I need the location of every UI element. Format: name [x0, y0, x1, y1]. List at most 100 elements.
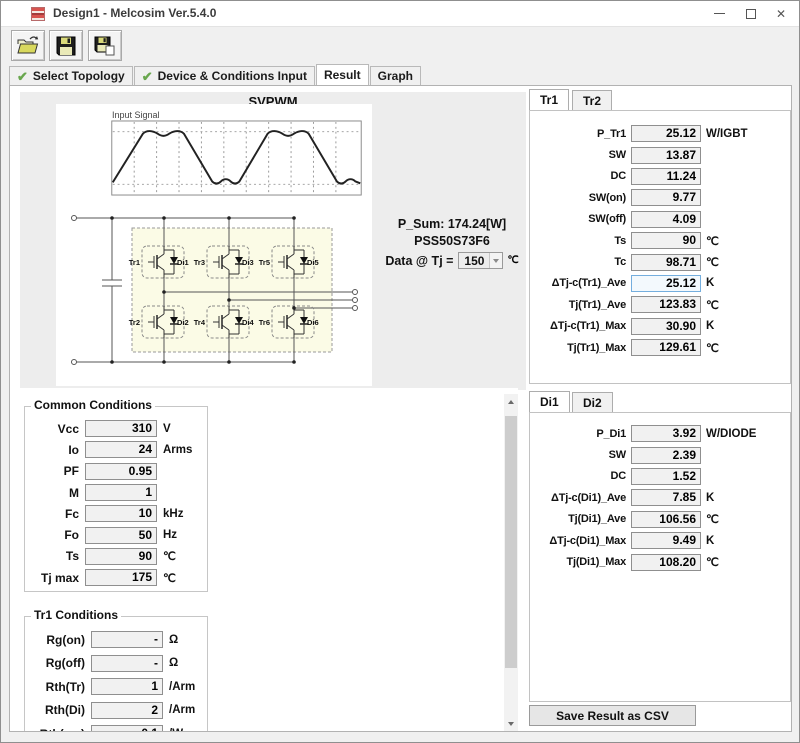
- result-row: SW 13.87: [530, 144, 790, 165]
- minimize-button[interactable]: [703, 1, 735, 26]
- value-field: 90: [631, 232, 701, 250]
- topology-picture: Input Signal Tr1 Tr3 Tr5 Tr2 Tr4 Tr6 Di1…: [56, 104, 372, 386]
- window-title: Design1 - Melcosim Ver.5.4.0: [53, 6, 217, 20]
- condition-row: Ts 90 ℃: [65, 547, 176, 565]
- tab-di2[interactable]: Di2: [572, 392, 613, 412]
- common-conditions-group: Common Conditions Vcc 310 V Io 24 Arms PF 0.9…: [24, 398, 208, 592]
- value-field: 108.20: [631, 553, 701, 571]
- open-file-button[interactable]: [11, 30, 45, 61]
- value-field: 1: [91, 678, 163, 696]
- value-field: 11.24: [631, 167, 701, 185]
- value-field: 24: [85, 441, 157, 459]
- tab-graph[interactable]: Graph: [369, 66, 421, 85]
- value-field: 175: [85, 569, 157, 587]
- value-field: -: [91, 654, 163, 672]
- value-field: 9.49: [631, 532, 701, 550]
- result-row: SW(on) 9.77: [530, 187, 790, 208]
- condition-row: Io 24 Arms: [68, 441, 193, 459]
- save-button[interactable]: [49, 30, 83, 61]
- condition-row: Rth(Tr) 1/Arm: [45, 678, 196, 696]
- tab-device-conditions-input[interactable]: ✔ Device & Conditions Input: [133, 66, 315, 85]
- diode-label: Di3: [242, 258, 254, 267]
- tab-label: Select Topology: [32, 69, 125, 83]
- result-row: Tj(Tr1)_Max 129.61 ℃: [567, 339, 719, 357]
- tab-di1[interactable]: Di1: [529, 391, 570, 412]
- condition-row: Rth(c-s)0.1/W: [25, 722, 207, 731]
- scrollbar-thumb[interactable]: [505, 416, 517, 668]
- value-field: 2: [91, 701, 163, 719]
- diode-label: Di1: [177, 258, 189, 267]
- tr1-conditions-group: Tr1 Conditions Rg(on) - Ω Rg(off) - Ω Rth(Tr…: [24, 608, 208, 731]
- value-field-highlighted: 25.12: [631, 274, 701, 292]
- value-field: 2.39: [631, 446, 701, 464]
- tab-result[interactable]: Result: [315, 64, 369, 85]
- value-field: 0.1: [91, 725, 163, 731]
- igbt-label: Tr5: [259, 258, 270, 267]
- tab-tr1[interactable]: Tr1: [529, 89, 570, 110]
- value-field: 106.56: [631, 510, 701, 528]
- result-row: Ts 90 ℃: [614, 232, 719, 250]
- value-field: 10: [85, 505, 157, 523]
- conditions-scrollbar[interactable]: [504, 394, 518, 731]
- value-field: 1.52: [631, 467, 701, 485]
- tj-select[interactable]: 150: [458, 252, 504, 269]
- igbt-label: Tr3: [194, 258, 205, 267]
- result-row: DC 1.52: [530, 466, 790, 487]
- diode-label: Di6: [307, 318, 319, 327]
- result-row: SW(off) 4.09: [530, 209, 790, 230]
- result-row: SW 2.39: [530, 444, 790, 465]
- scroll-down-icon: [508, 721, 514, 726]
- value-field: 3.92: [631, 425, 701, 443]
- value-field: 50: [85, 526, 157, 544]
- value-field: -: [91, 631, 163, 649]
- value-field: 9.77: [631, 189, 701, 207]
- result-row: ΔTj-c(Di1)_Max 9.49 K: [549, 532, 715, 550]
- result-row: ΔTj-c(Di1)_Ave 7.85 K: [551, 489, 715, 507]
- condition-row: Fc 10 kHz: [64, 505, 184, 523]
- tab-select-topology[interactable]: ✔ Select Topology: [9, 66, 133, 85]
- maximize-icon: [746, 8, 756, 19]
- tab-tr2[interactable]: Tr2: [572, 90, 613, 110]
- main-tabbar: ✔ Select Topology ✔ Device & Conditions …: [9, 64, 422, 85]
- diode-label: Di5: [307, 258, 319, 267]
- igbt-label: Tr2: [129, 318, 140, 327]
- tj-unit: ℃: [507, 255, 519, 266]
- group-title: Common Conditions: [31, 398, 155, 412]
- igbt-label: Tr1: [129, 258, 140, 267]
- result-row: Tc 98.71 ℃: [614, 253, 719, 271]
- result-row: Tj(Di1)_Max 108.20 ℃: [566, 553, 719, 571]
- value-field: 7.85: [631, 489, 701, 507]
- condition-row: Rg(off) - Ω: [45, 654, 179, 672]
- value-field: 310: [85, 420, 157, 438]
- tab-label: Result: [323, 68, 361, 82]
- value-field: 123.83: [631, 296, 701, 314]
- input-signal-label: Input Signal: [112, 110, 160, 120]
- group-title: Tr1 Conditions: [31, 608, 121, 622]
- scroll-down-button[interactable]: [504, 716, 518, 731]
- diode-label: Di2: [177, 318, 189, 327]
- value-field: 1: [85, 484, 157, 502]
- condition-row: Fo 50 Hz: [64, 526, 178, 544]
- value-field: 13.87: [631, 146, 701, 164]
- value-field: 25.12: [631, 125, 701, 143]
- result-row: P_Tr1 25.12 W/IGBT: [597, 125, 748, 143]
- igbt-label: Tr4: [194, 318, 206, 327]
- maximize-button[interactable]: [735, 1, 767, 26]
- save-as-icon: [94, 36, 115, 55]
- summary-block: P_Sum: 174.24[W] PSS50S73F6 Data @ Tj = …: [372, 216, 532, 269]
- check-icon: ✔: [17, 68, 28, 84]
- result-row: ΔTj-c(Tr1)_Max 30.90 K: [549, 317, 715, 335]
- close-button[interactable]: ✕: [765, 1, 797, 26]
- value-field: 4.09: [631, 210, 701, 228]
- save-result-csv-button[interactable]: Save Result as CSV: [529, 705, 696, 726]
- check-icon: ✔: [141, 68, 153, 84]
- value-field: 0.95: [85, 462, 157, 480]
- device-name: PSS50S73F6: [414, 234, 490, 248]
- result-row: DC 11.24: [530, 166, 790, 187]
- open-folder-icon: [17, 35, 39, 53]
- scroll-up-button[interactable]: [504, 394, 518, 409]
- close-icon: ✕: [775, 6, 787, 21]
- tj-selected-value: 150: [464, 253, 485, 268]
- scroll-up-icon: [508, 399, 514, 404]
- save-as-button[interactable]: [88, 30, 122, 61]
